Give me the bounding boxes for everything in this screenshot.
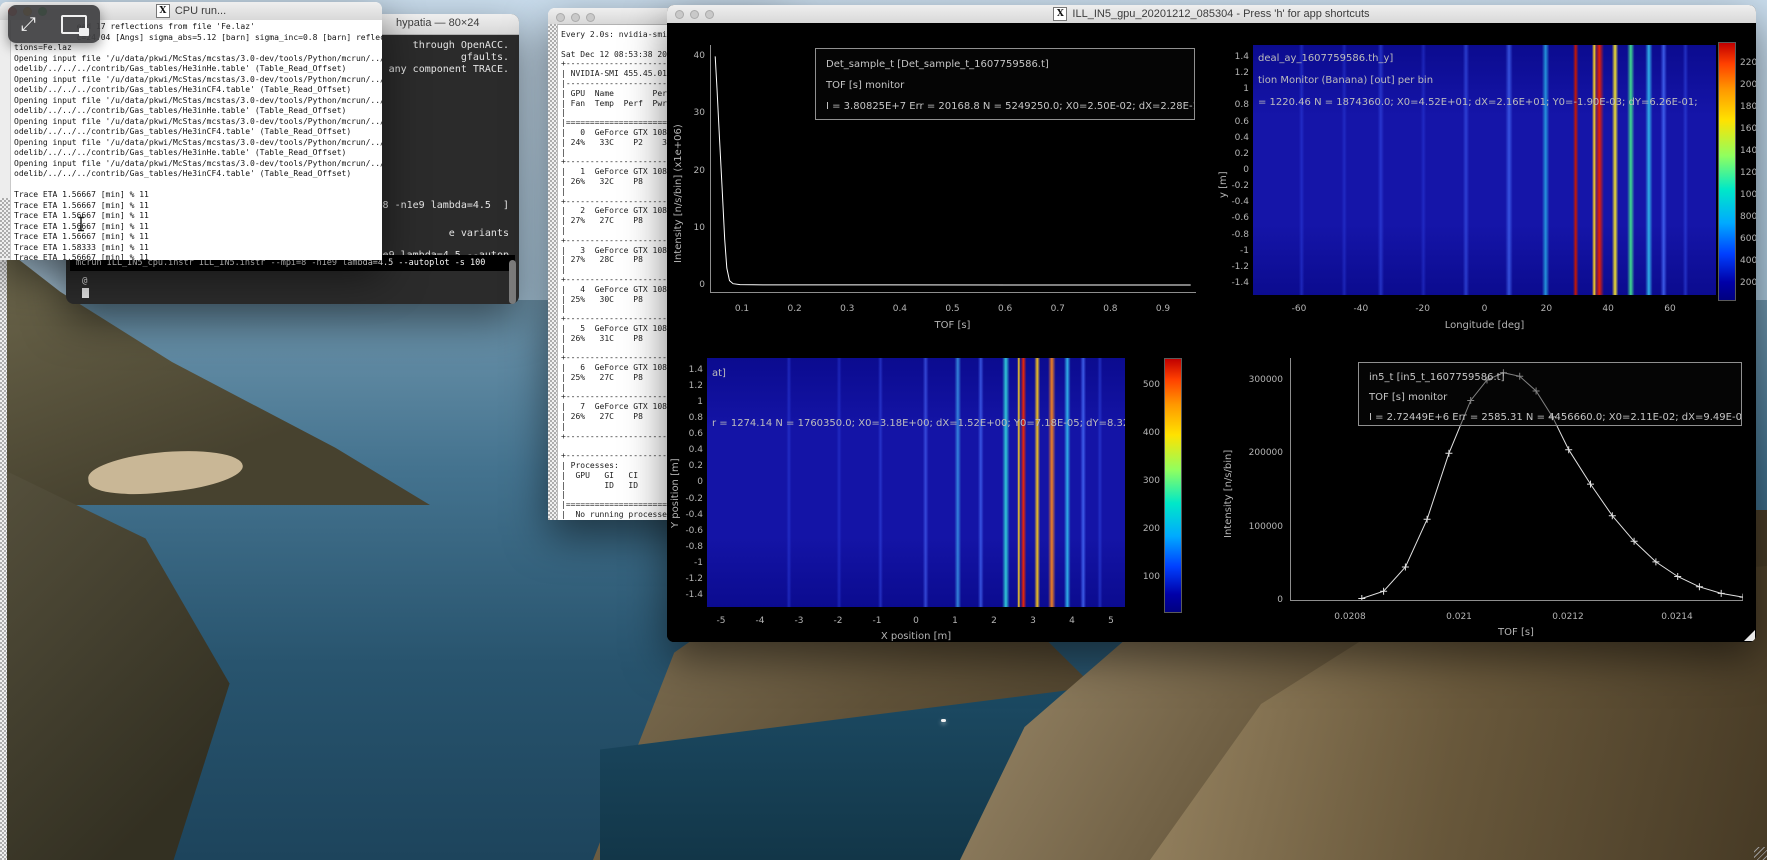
cpu-run-scrollbar-thumb[interactable] bbox=[0, 198, 10, 258]
tl-xticks: 0.10.20.30.40.50.60.70.80.9 bbox=[742, 304, 1163, 314]
expand-icon[interactable]: ⤢ bbox=[21, 15, 36, 34]
tr-colorbar[interactable] bbox=[1718, 42, 1736, 301]
bl-colorbar[interactable] bbox=[1164, 358, 1182, 613]
br-xlabel: TOF [s] bbox=[1290, 627, 1742, 638]
hypatia-cursor bbox=[82, 288, 89, 298]
zoom-button[interactable] bbox=[705, 10, 714, 19]
x11-icon: X bbox=[1053, 7, 1067, 21]
bl-xticks: -5-4-3-2-1012345 bbox=[721, 616, 1111, 626]
bl-xlabel: X position [m] bbox=[707, 631, 1125, 642]
text-cursor-pointer bbox=[76, 216, 86, 236]
bl-yticks: 1.41.210.80.60.40.20-0.2-0.4-0.6-0.8-1-1… bbox=[677, 370, 703, 595]
br-ylabel: Intensity [n/s/bin] bbox=[1223, 428, 1234, 538]
capture-toolbar: ⤢ bbox=[8, 5, 100, 43]
mcplot-title: ILL_IN5_gpu_20201212_085304 - Press 'h' … bbox=[1072, 8, 1369, 20]
resize-grip[interactable] bbox=[1744, 630, 1755, 641]
nvidia-scrollbar[interactable] bbox=[548, 24, 558, 520]
tr-colorbar-ticks: 2200200018001600140012001000800600400200 bbox=[1740, 63, 1756, 283]
cpu-run-output[interactable]: ead 17 reflections from file 'Fe.laz' c=… bbox=[14, 22, 382, 260]
minimize-button[interactable] bbox=[690, 10, 699, 19]
mcplot-titlebar[interactable]: X ILL_IN5_gpu_20201212_085304 - Press 'h… bbox=[667, 5, 1756, 24]
tl-yticks: 403020100 bbox=[679, 56, 705, 285]
cpu-run-title: CPU run... bbox=[175, 5, 226, 17]
resize-grip[interactable] bbox=[1754, 847, 1767, 860]
hypatia-title: hypatia — 80×24 bbox=[396, 17, 479, 29]
bl-colorbar-ticks: 500400300200100 bbox=[1122, 385, 1160, 577]
tl-xlabel: TOF [s] bbox=[710, 320, 1195, 331]
screenshot-icon[interactable] bbox=[61, 15, 87, 34]
mcplot-canvas: Intensity [n/s/bin] (x1e+06) 403020100 D… bbox=[667, 23, 1756, 642]
tr-xlabel: Longitude [deg] bbox=[1253, 320, 1716, 331]
br-xticks: 0.02080.0210.02120.0214 bbox=[1350, 612, 1677, 622]
x11-icon: X bbox=[156, 4, 170, 18]
tr-heatmap[interactable]: deal_ay_1607759586.th_y]tion Monitor (Ba… bbox=[1253, 45, 1716, 295]
tl-legend[interactable]: Det_sample_t [Det_sample_t_1607759586.t]… bbox=[815, 48, 1195, 120]
close-button[interactable] bbox=[675, 10, 684, 19]
close-button[interactable] bbox=[556, 13, 565, 22]
bl-legend-overlay: at] r = 1274.14 N = 1760350.0; X0=3.18E+… bbox=[712, 361, 1125, 436]
tr-yticks: 1.41.210.80.60.40.20-0.2-0.4-0.6-0.8-1-1… bbox=[1223, 57, 1249, 283]
bl-heatmap[interactable]: at] r = 1274.14 N = 1760350.0; X0=3.18E+… bbox=[707, 358, 1125, 607]
desktop: hypatia — 80×24 through OpenACC.gfaults.… bbox=[0, 0, 1767, 860]
cpu-run-scrollbar[interactable] bbox=[0, 20, 11, 260]
tr-legend-overlay: deal_ay_1607759586.th_y]tion Monitor (Ba… bbox=[1258, 48, 1716, 114]
hypatia-scrollbar-thumb[interactable] bbox=[509, 260, 516, 304]
br-legend[interactable]: in5_t [in5_t_1607759586.t] TOF [s] monit… bbox=[1358, 362, 1742, 426]
br-yticks: 3000002000001000000 bbox=[1245, 380, 1283, 600]
hypatia-prompt: @ bbox=[82, 276, 87, 286]
tr-xticks: -60-40-200204060 bbox=[1299, 304, 1670, 314]
minimize-button[interactable] bbox=[571, 13, 580, 22]
mcplot-window[interactable]: X ILL_IN5_gpu_20201212_085304 - Press 'h… bbox=[667, 5, 1756, 642]
zoom-button[interactable] bbox=[586, 13, 595, 22]
